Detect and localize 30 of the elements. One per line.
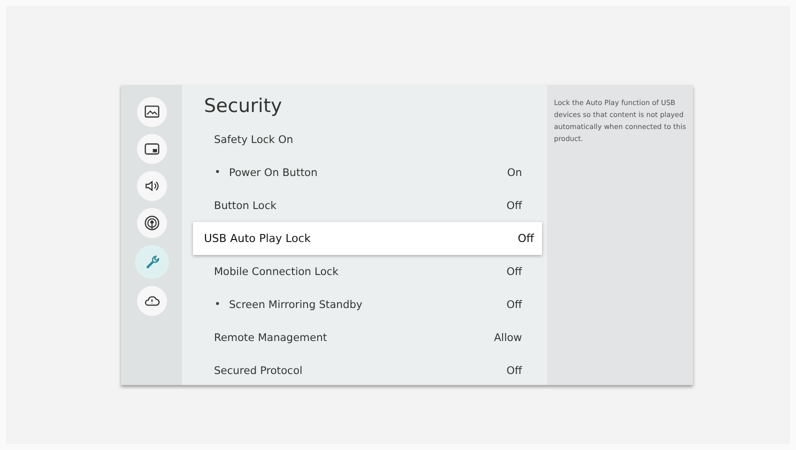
setting-label: Power On Button <box>229 166 318 178</box>
setting-label: Secured Protocol <box>214 364 302 376</box>
setting-row[interactable]: USB Auto Play Lock Off <box>193 222 542 255</box>
setting-heading[interactable]: Safety Lock On <box>182 123 547 156</box>
setting-row[interactable]: Secured Protocol Off <box>182 354 547 385</box>
setting-row[interactable]: Power On Button On <box>182 156 547 189</box>
setting-value: Off <box>506 266 522 278</box>
setting-value: Off <box>518 232 534 245</box>
setting-label: USB Auto Play Lock <box>204 232 311 245</box>
menu-title: Security <box>203 94 284 119</box>
setting-row[interactable]: Remote Management Allow <box>182 321 547 354</box>
setting-value: Off <box>506 364 522 376</box>
setting-row[interactable]: Mobile Connection Lock Off <box>182 255 547 288</box>
setting-label: Mobile Connection Lock <box>214 266 338 278</box>
setting-label: Screen Mirroring Standby <box>229 298 362 310</box>
bullet-icon <box>216 302 219 306</box>
setting-value: On <box>507 166 522 178</box>
setting-row[interactable]: Screen Mirroring Standby Off <box>182 288 547 321</box>
setting-label: Button Lock <box>214 200 276 212</box>
category-button[interactable] <box>136 134 166 164</box>
category-button[interactable] <box>136 286 166 316</box>
setting-value: Off <box>506 200 522 212</box>
setting-value: Allow <box>494 332 522 344</box>
category-button[interactable] <box>136 208 166 238</box>
category-button[interactable] <box>136 97 166 127</box>
category-button[interactable] <box>136 171 166 201</box>
bullet-icon <box>216 170 219 174</box>
setting-label: Remote Management <box>214 332 328 344</box>
setting-value: Off <box>506 298 522 310</box>
setting-row[interactable]: Button Lock Off <box>182 189 547 222</box>
